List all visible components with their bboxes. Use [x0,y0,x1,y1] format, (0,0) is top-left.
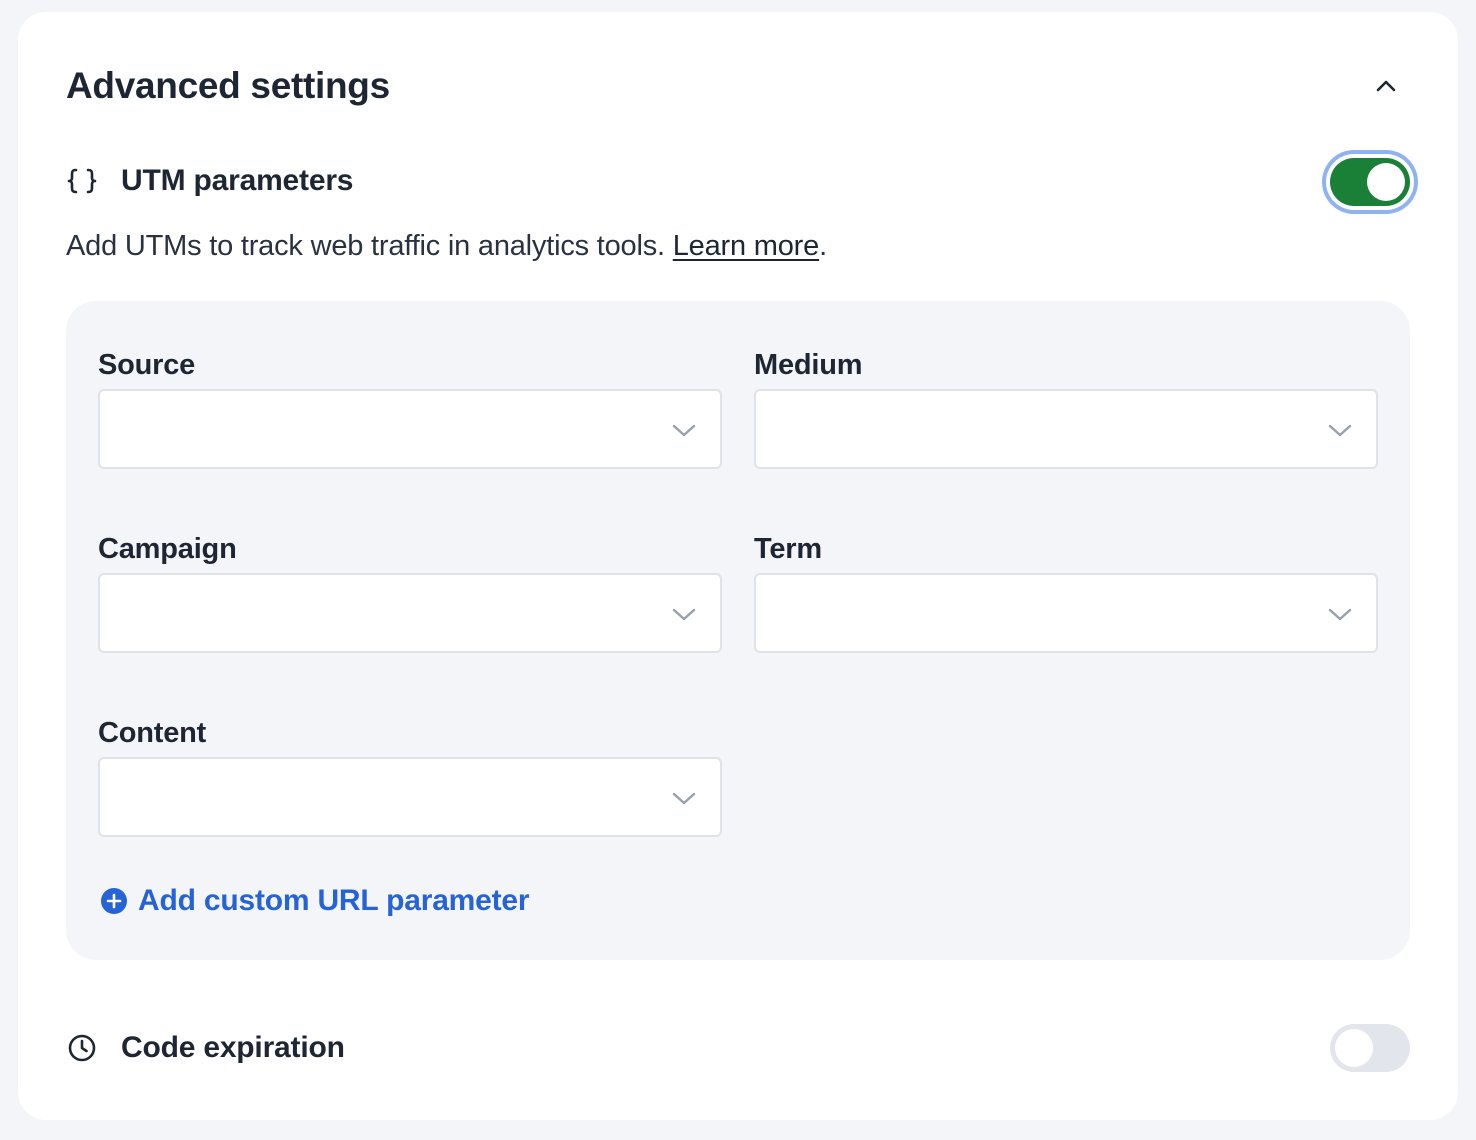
campaign-select[interactable] [98,573,722,653]
learn-more-link[interactable]: Learn more [673,230,820,262]
plus-circle-icon [101,888,127,914]
source-select[interactable] [98,389,722,469]
chevron-up-icon [1376,80,1396,92]
description-text: Add UTMs to track web traffic in analyti… [66,230,665,262]
utm-parameters-label: UTM parameters [121,164,354,197]
toggle-knob [1335,1029,1373,1067]
term-label: Term [754,533,822,565]
code-expiration-label: Code expiration [121,1031,345,1064]
code-expiration-toggle[interactable] [1330,1024,1410,1072]
add-custom-parameter-label: Add custom URL parameter [138,884,530,917]
toggle-knob [1367,163,1405,201]
chevron-down-icon [1328,608,1352,621]
collapse-button[interactable] [1364,64,1408,108]
medium-select[interactable] [754,389,1378,469]
description-suffix: . [819,230,827,262]
add-custom-parameter-button[interactable]: Add custom URL parameter [100,881,530,921]
utm-fields-panel: Source Medium Campaign Term Content Add … [66,301,1410,960]
medium-label: Medium [754,349,863,381]
chevron-down-icon [672,608,696,621]
chevron-down-icon [672,792,696,805]
clock-icon [66,1032,98,1064]
chevron-down-icon [1328,424,1352,437]
utm-toggle[interactable] [1330,158,1410,206]
utm-description: Add UTMs to track web traffic in analyti… [66,226,827,266]
advanced-settings-card: Advanced settings UTM parameters Add UTM… [18,12,1458,1120]
content-select[interactable] [98,757,722,837]
section-title: Advanced settings [66,65,390,106]
source-label: Source [98,349,196,381]
content-label: Content [98,717,207,749]
term-select[interactable] [754,573,1378,653]
chevron-down-icon [672,424,696,437]
campaign-label: Campaign [98,533,237,565]
curly-braces-icon [66,165,98,197]
